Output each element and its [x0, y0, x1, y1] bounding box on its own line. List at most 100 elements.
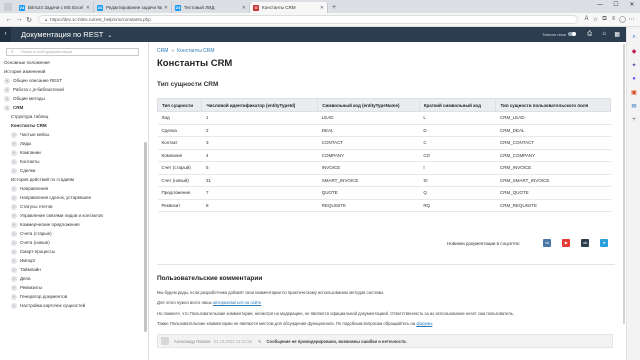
sidebar-item[interactable]: › Импорт — [0, 256, 148, 265]
comment-author[interactable]: Александр Поволя — [174, 339, 211, 344]
sidebar-item[interactable]: История действий по стадиям — [0, 175, 148, 184]
tab-close-icon[interactable]: ✕ — [242, 5, 246, 11]
print-icon[interactable]: ⎙ — [587, 31, 592, 38]
table-cell: CRM_LEAD — [495, 111, 611, 125]
browser-tab[interactable]: ⊙ Константы CRM ✕ — [250, 2, 328, 13]
sidebar-item[interactable]: › Реквизиты — [0, 283, 148, 292]
sidebar-item[interactable]: › Работа с js-библиотекой — [0, 85, 148, 94]
sidebar-item[interactable]: › Генератор документов — [0, 292, 148, 301]
breadcrumb-crm-link[interactable]: CRM — [157, 48, 168, 54]
ok-icon[interactable]: ok — [581, 239, 590, 247]
chevron-right-icon[interactable]: › — [11, 212, 17, 219]
forum-link[interactable]: форумы — [416, 321, 432, 326]
sidebar-item[interactable]: › Коммерческие предложения — [0, 220, 148, 229]
new-tab-button[interactable]: + — [332, 4, 336, 11]
collections-icon[interactable]: ⧉ — [600, 16, 609, 23]
breadcrumb-current[interactable]: Константы CRM — [177, 48, 214, 54]
sidebar-item[interactable]: › Управление связями лидов и контактов — [0, 211, 148, 220]
forward-icon[interactable]: → — [14, 16, 24, 23]
sidebar-item[interactable]: › Направления — [0, 184, 148, 193]
sidebar-item[interactable]: › Счета (старые) — [0, 229, 148, 238]
chevron-right-icon[interactable]: › — [11, 257, 17, 264]
login-link[interactable]: авторизоваться на сайте — [213, 300, 261, 305]
sidebar-item[interactable]: Константы CRM — [0, 121, 148, 130]
favorites-list-icon[interactable]: ≡ — [609, 16, 618, 23]
sidebar-item[interactable]: › Сделки — [0, 166, 148, 175]
chevron-right-icon[interactable]: › — [4, 104, 10, 111]
sidebar-item[interactable]: › Настройка карточек сущностей — [0, 301, 148, 310]
chevron-right-icon[interactable]: › — [11, 194, 17, 201]
docs-title[interactable]: Документация по REST ⌄ — [21, 30, 112, 39]
sidebar-item[interactable]: › Контакты — [0, 157, 148, 166]
chevron-right-icon[interactable]: › — [11, 230, 17, 237]
search-icon[interactable]: ⌕ — [627, 34, 640, 41]
chevron-right-icon[interactable]: › — [11, 203, 17, 210]
read-aloud-icon[interactable]: A — [582, 16, 591, 23]
window-icon[interactable] — [4, 3, 12, 11]
outlook-icon[interactable]: ✉ — [627, 103, 640, 110]
sidebar-item[interactable]: › Дела — [0, 274, 148, 283]
sidebar-item[interactable]: › Направления сделок, устаревшее — [0, 193, 148, 202]
home-icon[interactable]: ⌂ — [602, 31, 606, 37]
chevron-right-icon[interactable]: › — [11, 185, 17, 192]
tab-close-icon[interactable]: ✕ — [164, 5, 168, 11]
close-window-button[interactable]: ✕ — [624, 0, 640, 11]
chevron-right-icon[interactable]: › — [4, 95, 10, 102]
sidebar-item[interactable]: › Лиды — [0, 139, 148, 148]
chevron-right-icon[interactable]: › — [11, 149, 17, 156]
sidebar-item[interactable]: › Таймлайн — [0, 265, 148, 274]
main-scrollbar[interactable] — [623, 44, 625, 324]
tools-icon[interactable]: ✦ — [627, 62, 640, 69]
chevron-right-icon[interactable]: › — [4, 86, 10, 93]
chevron-right-icon[interactable]: › — [11, 239, 17, 246]
sidebar-item[interactable]: › Статусы счетов — [0, 202, 148, 211]
profile-icon[interactable]: ◯ — [618, 16, 627, 23]
telegram-icon[interactable]: ➤ — [600, 239, 609, 247]
favorite-star-icon[interactable]: ☆ — [591, 16, 600, 23]
maximize-button[interactable]: ☐ — [608, 0, 624, 11]
sidebar-item[interactable]: › Общее описание REST — [0, 76, 148, 85]
youtube-icon[interactable]: ▶ — [562, 239, 571, 247]
theme-toggle[interactable] — [568, 32, 576, 36]
sidebar-item[interactable]: Основные положения — [0, 58, 148, 67]
sidebar-search-input[interactable]: Поиск в этой документации — [6, 48, 139, 56]
sidebar-item[interactable]: › CRM — [0, 103, 148, 112]
url-input[interactable]: 🔒︎ https://dev.1c-bitrix.ru/rest_help/cr… — [38, 15, 578, 24]
chevron-right-icon[interactable]: › — [11, 140, 17, 147]
chevron-right-icon[interactable]: › — [11, 293, 17, 300]
vk-icon[interactable]: vk — [543, 239, 552, 247]
apps-icon[interactable]: ▦ — [614, 31, 620, 38]
chevron-right-icon[interactable]: › — [11, 284, 17, 291]
chevron-right-icon[interactable]: › — [11, 131, 17, 138]
chevron-right-icon[interactable]: › — [11, 302, 17, 309]
back-icon[interactable]: ← — [4, 16, 14, 23]
reload-icon[interactable]: ↻ — [24, 16, 34, 24]
more-menu-icon[interactable]: ⋯ — [627, 16, 636, 23]
sidebar-item[interactable]: › Общие методы — [0, 94, 148, 103]
tab-close-icon[interactable]: ✕ — [320, 5, 324, 11]
browser-tab[interactable]: 24 Bitrix24 Задачи с MS Excel ✕ — [16, 2, 94, 13]
chevron-right-icon[interactable]: › — [11, 167, 17, 174]
games-icon[interactable]: ● — [627, 76, 640, 82]
chevron-right-icon[interactable]: › — [11, 158, 17, 165]
browser-tab[interactable]: 24 Тестовый ЛИД ✕ — [172, 2, 250, 13]
sidebar-item[interactable]: › Компании — [0, 148, 148, 157]
sidebar-item[interactable]: Структура таблиц — [0, 112, 148, 121]
chevron-right-icon[interactable]: › — [11, 266, 17, 273]
sidebar-item[interactable]: История изменений — [0, 67, 148, 76]
tab-close-icon[interactable]: ✕ — [86, 5, 90, 11]
browser-tab[interactable]: 24 Редактирование задачи № 2 ✕ — [94, 2, 172, 13]
chevron-right-icon[interactable]: › — [11, 221, 17, 228]
sidebar-item[interactable]: › Счета (новые) — [0, 238, 148, 247]
chevron-right-icon[interactable]: › — [4, 77, 10, 84]
chevron-right-icon[interactable]: › — [11, 248, 17, 255]
shopping-icon[interactable]: ◆ — [627, 48, 640, 55]
minimize-button[interactable]: — — [592, 0, 608, 11]
chevron-right-icon[interactable]: › — [11, 275, 17, 282]
sidebar-scrollbar[interactable] — [144, 142, 147, 332]
office-icon[interactable]: ▣ — [627, 89, 640, 96]
add-panel-icon[interactable]: + — [627, 117, 640, 123]
sidebar-item[interactable]: › Частые кейсы — [0, 130, 148, 139]
menu-toggle-icon[interactable]: › — [0, 27, 11, 42]
sidebar-item[interactable]: › Смарт-процессы — [0, 247, 148, 256]
